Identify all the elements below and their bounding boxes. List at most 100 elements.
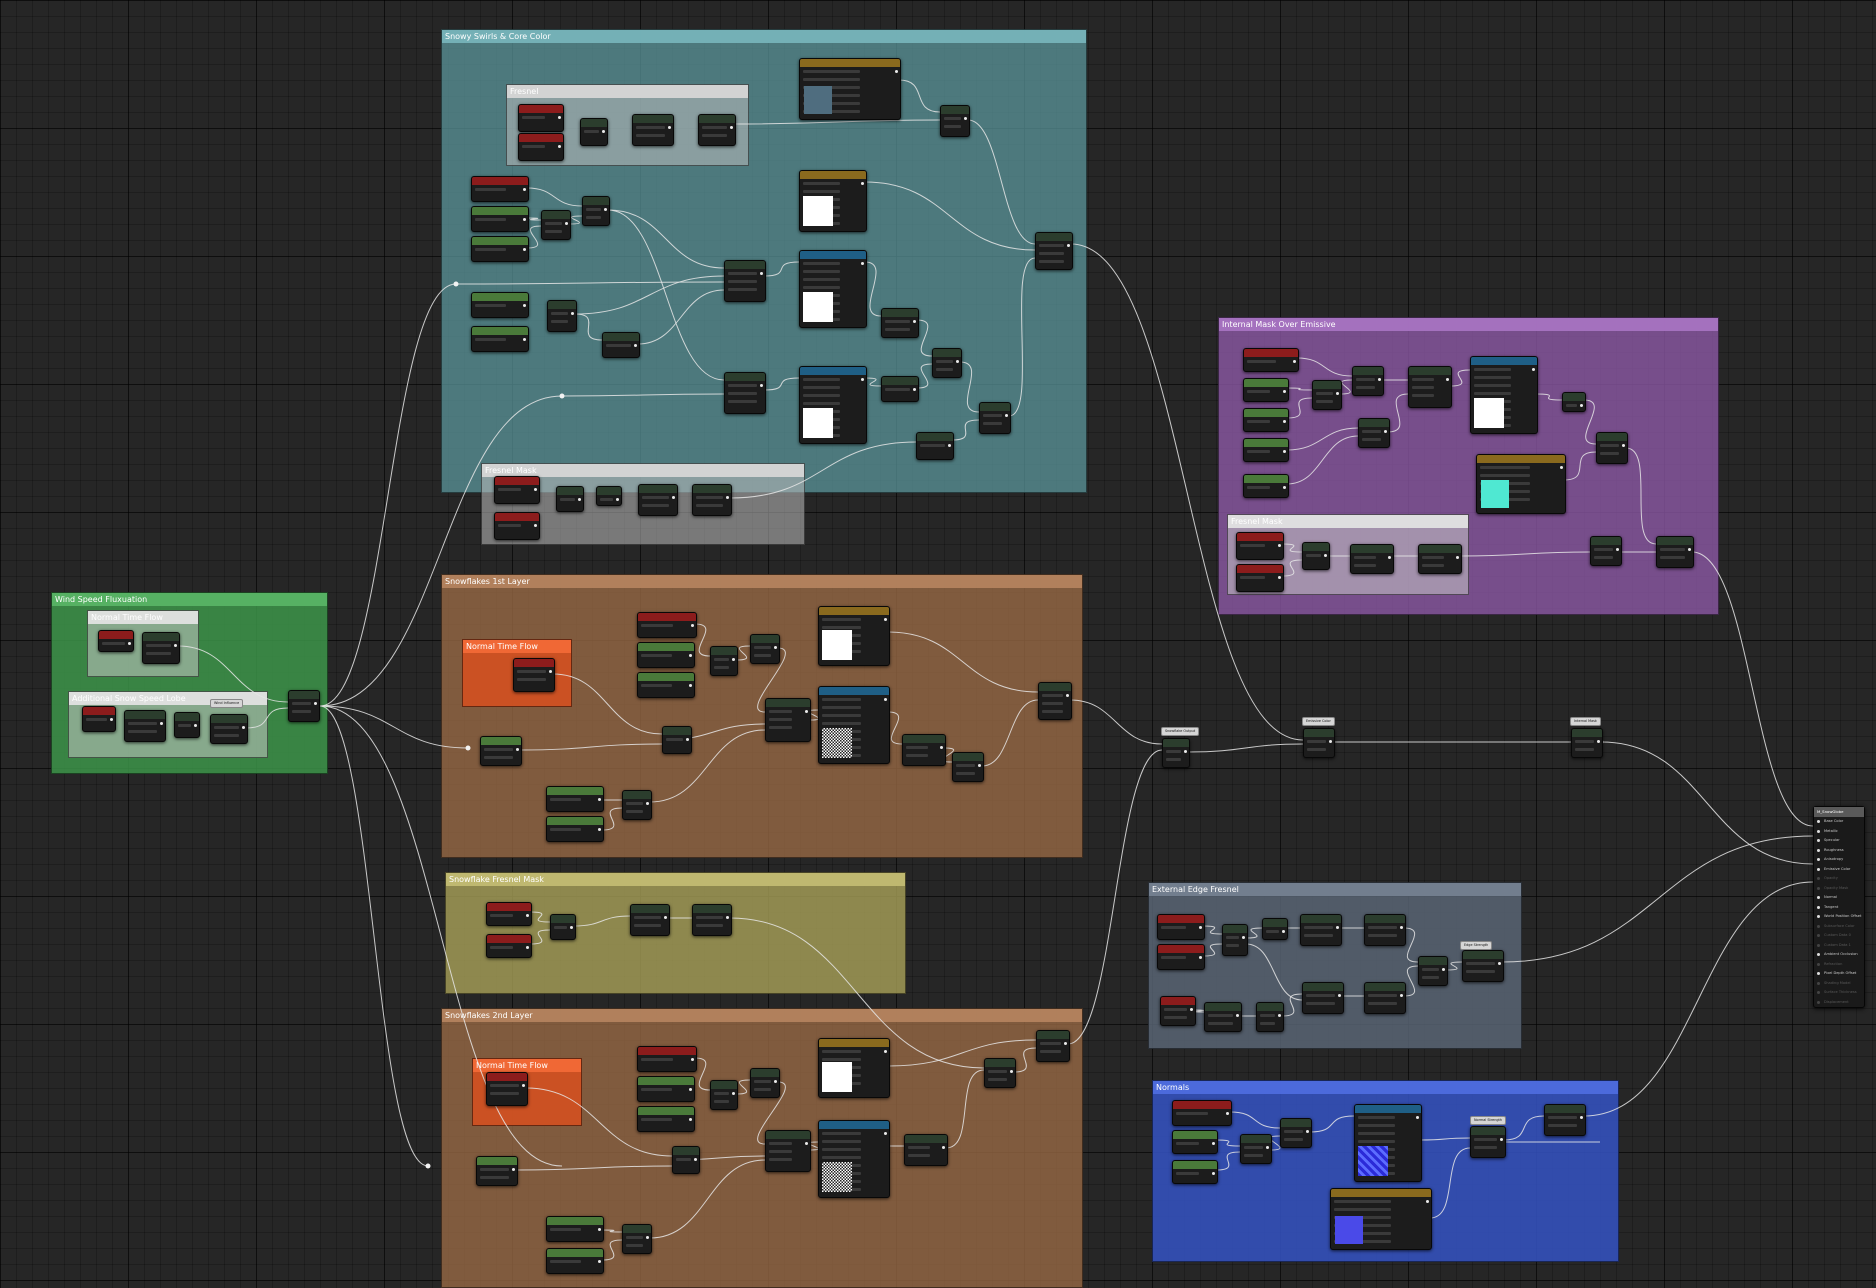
node-header[interactable] xyxy=(953,753,983,761)
math-node[interactable] xyxy=(1303,728,1335,758)
math-node[interactable] xyxy=(1562,392,1586,412)
output-pin-icon[interactable] xyxy=(634,344,637,347)
output-pin-icon[interactable] xyxy=(314,702,317,705)
node-header[interactable] xyxy=(800,59,900,67)
input-node[interactable] xyxy=(1236,532,1284,560)
pin-field[interactable] xyxy=(803,262,840,265)
pin-field[interactable] xyxy=(1226,944,1239,947)
pin-field[interactable] xyxy=(803,402,840,405)
node-header[interactable] xyxy=(583,197,609,205)
node-header[interactable] xyxy=(495,513,539,521)
output-pin-icon[interactable] xyxy=(1498,962,1501,965)
math-node[interactable] xyxy=(1358,418,1390,448)
output-pin-icon[interactable] xyxy=(1378,378,1381,381)
scalar-parameter-node[interactable] xyxy=(546,816,604,842)
output-pin-icon[interactable] xyxy=(884,698,887,701)
output-pin-icon[interactable] xyxy=(1336,392,1339,395)
input-node[interactable] xyxy=(637,1046,697,1072)
output-pin-icon[interactable] xyxy=(1446,378,1449,381)
output-pin-icon[interactable] xyxy=(598,798,601,801)
pin-icon[interactable] xyxy=(1817,1000,1820,1004)
output-pin-icon[interactable] xyxy=(1184,750,1187,753)
pin-field[interactable] xyxy=(754,646,771,649)
node-header[interactable] xyxy=(1257,1003,1283,1011)
comment-snowflakes-2nd-layer[interactable]: Snowflakes 2nd Layer xyxy=(441,1008,1083,1288)
pin-field[interactable] xyxy=(1474,376,1511,379)
output-pin-icon[interactable] xyxy=(732,658,735,661)
math-node[interactable] xyxy=(1364,914,1406,946)
node-header[interactable] xyxy=(1237,533,1283,541)
comment-snowflakes-1st-layer[interactable]: Snowflakes 1st Layer xyxy=(441,574,1083,858)
node-header[interactable] xyxy=(725,373,765,381)
pin-field[interactable] xyxy=(1304,926,1333,929)
node-header[interactable] xyxy=(1351,545,1393,553)
output-pin-icon[interactable] xyxy=(516,748,519,751)
pin-field[interactable] xyxy=(550,828,581,831)
pin-field[interactable] xyxy=(1422,556,1445,559)
pin-field[interactable] xyxy=(498,524,522,527)
snowflake-output-label[interactable]: Snowflake Output xyxy=(1162,728,1199,735)
output-pin-icon[interactable] xyxy=(1400,994,1403,997)
node-header[interactable] xyxy=(1303,543,1329,551)
node-header[interactable] xyxy=(1657,537,1693,545)
node-header[interactable] xyxy=(472,237,528,245)
pin-field[interactable] xyxy=(1368,934,1397,937)
pin-field[interactable] xyxy=(1368,1002,1397,1005)
output-pin-icon[interactable] xyxy=(1622,444,1625,447)
edge-strength-label[interactable]: Edge Strength xyxy=(1461,942,1492,949)
pin-field[interactable] xyxy=(1334,1200,1391,1203)
node-header[interactable] xyxy=(1173,1161,1217,1169)
scalar-parameter-node[interactable] xyxy=(471,206,529,232)
node-header[interactable] xyxy=(638,1047,696,1055)
pin-field[interactable] xyxy=(1334,1208,1391,1211)
pin-field[interactable] xyxy=(803,286,840,289)
pin-field[interactable] xyxy=(484,748,513,751)
pin-field[interactable] xyxy=(803,278,840,281)
output-pin-icon[interactable] xyxy=(895,70,898,73)
pin-field[interactable] xyxy=(983,422,1002,425)
math-node[interactable] xyxy=(1222,924,1248,956)
output-pin-icon[interactable] xyxy=(1067,244,1070,247)
pin-field[interactable] xyxy=(714,1100,729,1103)
output-pin-icon[interactable] xyxy=(523,304,526,307)
pin-field[interactable] xyxy=(490,914,514,917)
pin-field[interactable] xyxy=(822,1058,861,1061)
output-pin-icon[interactable] xyxy=(558,116,561,119)
output-pin-icon[interactable] xyxy=(1283,486,1286,489)
node-header[interactable] xyxy=(83,707,115,715)
pin-field[interactable] xyxy=(702,126,727,129)
math-node[interactable] xyxy=(902,734,946,766)
pin-field[interactable] xyxy=(522,116,546,119)
pin-field[interactable] xyxy=(822,1132,861,1135)
math-node[interactable] xyxy=(1280,1118,1312,1148)
pin-field[interactable] xyxy=(1600,444,1619,447)
pin-field[interactable] xyxy=(1368,994,1397,997)
output-pin-icon[interactable] xyxy=(526,946,529,949)
pin-field[interactable] xyxy=(626,1236,643,1239)
node-header[interactable] xyxy=(1301,915,1341,923)
pin-field[interactable] xyxy=(1566,404,1577,407)
node-header[interactable] xyxy=(766,699,810,707)
constant-node[interactable] xyxy=(1330,1188,1432,1250)
texture-sample-node[interactable] xyxy=(818,1038,890,1098)
pin-field[interactable] xyxy=(490,1092,519,1095)
pin-field[interactable] xyxy=(769,1158,793,1161)
input-node[interactable] xyxy=(82,706,116,732)
pin-field[interactable] xyxy=(822,1156,861,1159)
node-header[interactable] xyxy=(1244,379,1288,387)
node-header[interactable] xyxy=(917,433,953,441)
math-node[interactable] xyxy=(1656,536,1694,568)
pin-field[interactable] xyxy=(1362,430,1381,433)
output-pin-icon[interactable] xyxy=(694,1158,697,1161)
pin-field[interactable] xyxy=(1306,1002,1335,1005)
pin-icon[interactable] xyxy=(1817,896,1820,900)
node-header[interactable] xyxy=(1471,1127,1505,1135)
pin-field[interactable] xyxy=(560,498,575,501)
node-header[interactable] xyxy=(1241,1135,1271,1143)
pin-field[interactable] xyxy=(714,1092,729,1095)
output-pin-icon[interactable] xyxy=(523,248,526,251)
pin-field[interactable] xyxy=(1247,450,1271,453)
node-header[interactable] xyxy=(1313,381,1341,389)
pin-field[interactable] xyxy=(550,1228,581,1231)
pin-field[interactable] xyxy=(885,320,910,323)
